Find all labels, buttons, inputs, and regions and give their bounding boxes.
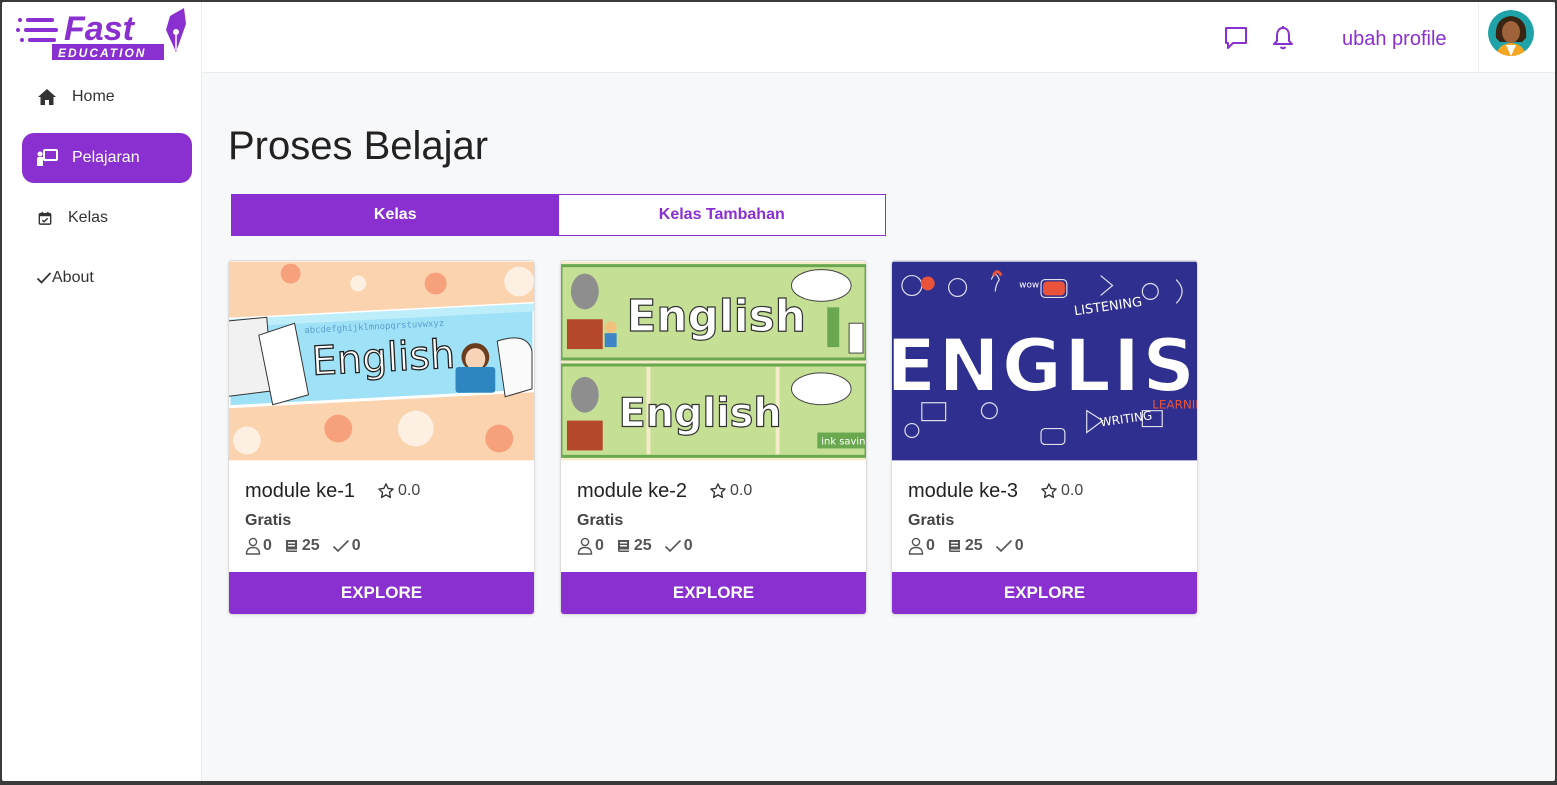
star-icon bbox=[710, 483, 726, 499]
sidebar-item-pelajaran[interactable]: Pelajaran bbox=[22, 133, 192, 183]
tab-kelas[interactable]: Kelas bbox=[232, 195, 559, 235]
explore-button[interactable]: EXPLORE bbox=[229, 572, 534, 614]
completed-count: 0 bbox=[1014, 537, 1024, 554]
rating-value: 0.0 bbox=[1061, 482, 1084, 499]
book-icon bbox=[285, 540, 297, 552]
check-icon bbox=[664, 539, 681, 553]
check-icon bbox=[995, 539, 1012, 553]
sidebar-item-home[interactable]: Home bbox=[22, 72, 192, 122]
book-icon bbox=[948, 540, 960, 552]
card-rating: 0.0 bbox=[1040, 482, 1083, 500]
page-title: Proses Belajar bbox=[228, 124, 489, 168]
svg-text:EDUCATION: EDUCATION bbox=[58, 46, 146, 60]
user-icon bbox=[908, 537, 924, 555]
tab-kelas-tambahan[interactable]: Kelas Tambahan bbox=[558, 195, 885, 235]
book-icon bbox=[617, 540, 629, 552]
student-count: 0 bbox=[595, 537, 604, 554]
sidebar-item-kelas[interactable]: Kelas bbox=[22, 193, 192, 243]
svg-text:English: English bbox=[311, 331, 457, 384]
card-rating: 0.0 bbox=[709, 482, 752, 500]
chat-icon[interactable] bbox=[1222, 24, 1250, 52]
top-header: ubah profile bbox=[202, 2, 1555, 73]
header-divider bbox=[1478, 2, 1479, 73]
home-icon bbox=[36, 86, 58, 108]
svg-text:ENGLISH: ENGLISH bbox=[892, 324, 1197, 409]
card-title: module ke-1 bbox=[245, 480, 356, 502]
card-stats: 0 25 0 bbox=[577, 537, 705, 555]
completed-count: 0 bbox=[351, 537, 361, 554]
svg-text:ink savin: ink savin bbox=[821, 436, 865, 447]
svg-text:Fast: Fast bbox=[64, 10, 136, 48]
sidebar-item-label: Pelajaran bbox=[72, 149, 140, 166]
svg-text:LEARNIN: LEARNIN bbox=[1152, 398, 1197, 412]
svg-text:English: English bbox=[619, 391, 782, 437]
card-title: module ke-3 bbox=[908, 480, 1019, 502]
card-stats: 0 25 0 bbox=[908, 537, 1036, 555]
course-thumbnail: English English ink savin bbox=[561, 261, 866, 461]
calendar-check-icon bbox=[38, 207, 52, 229]
card-price: Gratis bbox=[577, 512, 624, 529]
explore-button[interactable]: EXPLORE bbox=[892, 572, 1197, 614]
lesson-count: 25 bbox=[633, 537, 652, 554]
app-window: Fast EDUCATION Home Pelajaran Kelas Abou… bbox=[2, 2, 1555, 781]
bell-icon[interactable] bbox=[1269, 24, 1297, 52]
explore-button[interactable]: EXPLORE bbox=[561, 572, 866, 614]
course-thumbnail: LISTENING wow ENGLISH WRITING LEARNIN bbox=[892, 261, 1197, 461]
check-icon bbox=[332, 539, 349, 553]
sidebar-item-label: About bbox=[52, 269, 94, 286]
svg-text:English: English bbox=[627, 291, 806, 342]
sidebar-item-about[interactable]: About bbox=[22, 253, 192, 303]
sidebar-item-label: Kelas bbox=[68, 209, 109, 226]
card-rating: 0.0 bbox=[377, 482, 420, 500]
sidebar-item-label: Home bbox=[72, 88, 115, 105]
completed-count: 0 bbox=[683, 537, 693, 554]
card-stats: 0 25 0 bbox=[245, 537, 373, 555]
brand-logo[interactable]: Fast EDUCATION bbox=[12, 4, 192, 66]
lesson-count: 25 bbox=[964, 537, 983, 554]
card-title: module ke-2 bbox=[577, 480, 688, 502]
svg-text:wow: wow bbox=[1019, 280, 1039, 290]
edit-profile-link[interactable]: ubah profile bbox=[1342, 28, 1447, 51]
student-count: 0 bbox=[926, 537, 935, 554]
student-count: 0 bbox=[263, 537, 272, 554]
avatar[interactable] bbox=[1488, 10, 1534, 56]
class-tabs: Kelas Kelas Tambahan bbox=[231, 194, 886, 236]
course-card: LISTENING wow ENGLISH WRITING LEARNIN mo… bbox=[891, 260, 1198, 615]
teacher-board-icon bbox=[36, 147, 58, 169]
check-icon bbox=[36, 267, 52, 289]
course-thumbnail: abcdefghijklmnopqrstuvwxyz English bbox=[229, 261, 534, 461]
card-price: Gratis bbox=[908, 512, 955, 529]
course-card: abcdefghijklmnopqrstuvwxyz English modul… bbox=[228, 260, 535, 615]
star-icon bbox=[1041, 483, 1057, 499]
rating-value: 0.0 bbox=[398, 482, 421, 499]
sidebar: Fast EDUCATION Home Pelajaran Kelas Abou… bbox=[2, 2, 202, 781]
star-icon bbox=[378, 483, 394, 499]
lesson-count: 25 bbox=[301, 537, 320, 554]
user-icon bbox=[577, 537, 593, 555]
rating-value: 0.0 bbox=[730, 482, 753, 499]
user-icon bbox=[245, 537, 261, 555]
course-card: English English ink savin module ke-2 0.… bbox=[560, 260, 867, 615]
card-price: Gratis bbox=[245, 512, 292, 529]
